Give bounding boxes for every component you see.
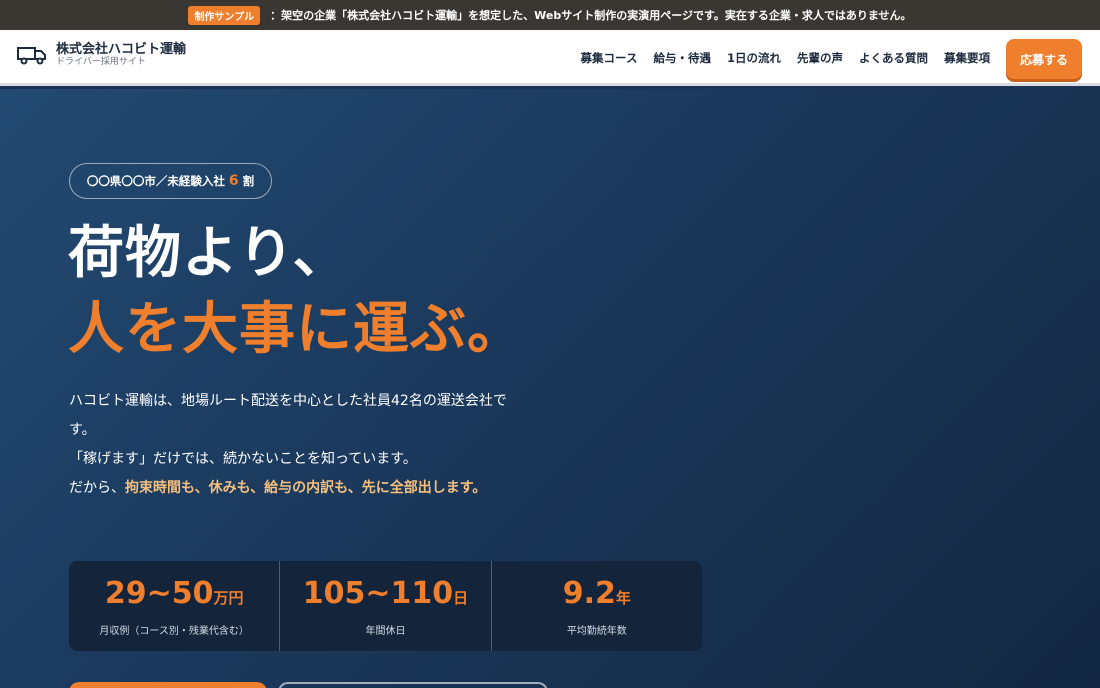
hero-title-line2: 人を大事に運ぶ。 [68, 297, 524, 362]
stat-unit: 万円 [213, 588, 244, 607]
pill-prefix: 〇〇県〇〇市／未経験入社 [86, 174, 225, 188]
stat-number: 29~50 [104, 575, 214, 611]
lead-line3: だから、拘束時間も、休みも、給与の内訳も、先に全部出します。 [69, 474, 509, 503]
sample-notice-bar: 制作サンプル ：架空の企業「株式会社ハコビト運輸」を想定した、Webサイト制作の… [0, 0, 1100, 30]
main-nav: 募集コース 給与・待遇 1日の流れ 先輩の声 よくある質問 募集要項 [581, 30, 990, 86]
site-logo[interactable]: 株式会社ハコビト運輸 ドライバー採用サイト [16, 42, 186, 68]
stat-number: 9.2 [562, 575, 616, 611]
stat-unit: 日 [453, 588, 469, 607]
truck-icon [17, 47, 46, 65]
site-subtitle: ドライバー採用サイト [56, 57, 146, 67]
hero-lead: ハコビト運輸は、地場ルート配送を中心とした社員42名の運送会社です。 「稼げます… [69, 387, 509, 503]
nav-faq[interactable]: よくある質問 [859, 50, 928, 66]
notice-text: ：架空の企業「株式会社ハコビト運輸」を想定した、Webサイト制作の実演用ページで… [270, 9, 912, 22]
stat-value: 105~110日 [303, 576, 468, 616]
lead-line1: ハコビト運輸は、地場ルート配送を中心とした社員42名の運送会社です。 [69, 393, 507, 438]
nav-requirements[interactable]: 募集要項 [944, 50, 990, 66]
stat-label: 平均勤続年数 [566, 625, 627, 637]
nav-voices[interactable]: 先輩の声 [797, 50, 843, 66]
stat-value: 9.2年 [563, 576, 631, 616]
lead-line2: 「稼げます」だけでは、続かないことを知っています。 [69, 451, 417, 467]
stat-label: 年間休日 [365, 625, 406, 637]
lead-highlight: 拘束時間も、休みも、給与の内訳も、先に全部出します。 [125, 480, 487, 496]
apply-button[interactable]: 応募する [1006, 39, 1082, 79]
stats-panel: 29~50万円 月収例（コース別・残業代含む） 105~110日 年間休日 9.… [69, 561, 702, 651]
nav-salary[interactable]: 給与・待遇 [653, 50, 711, 66]
primary-cta-button[interactable] [69, 682, 267, 688]
pill-number: 6 [228, 173, 239, 189]
stat-unit: 年 [615, 588, 631, 607]
sample-badge: 制作サンプル [188, 5, 261, 25]
hero-title-line1: 荷物より、 [68, 221, 350, 286]
lead-line3-text: だから、 [69, 480, 125, 496]
company-name: 株式会社ハコビト運輸 [56, 42, 187, 57]
stat-number: 105~110 [302, 575, 454, 611]
location-pill: 〇〇県〇〇市／未経験入社 6 割 [69, 163, 272, 199]
stat-value: 29~50万円 [105, 576, 244, 616]
stat-tenure: 9.2年 平均勤続年数 [492, 561, 702, 651]
hero-section: 〇〇県〇〇市／未経験入社 6 割 荷物より、 人を大事に運ぶ。 ハコビト運輸は、… [0, 89, 1100, 688]
secondary-cta-button[interactable] [278, 682, 548, 688]
nav-daily-flow[interactable]: 1日の流れ [727, 50, 781, 66]
nav-courses[interactable]: 募集コース [581, 50, 638, 66]
stat-annual-holidays: 105~110日 年間休日 [280, 561, 492, 651]
site-header: 株式会社ハコビト運輸 ドライバー採用サイト 募集コース 給与・待遇 1日の流れ … [0, 30, 1100, 86]
stat-label: 月収例（コース別・残業代含む） [99, 625, 249, 637]
pill-suffix: 割 [242, 174, 255, 188]
stat-monthly-income: 29~50万円 月収例（コース別・残業代含む） [69, 561, 281, 651]
